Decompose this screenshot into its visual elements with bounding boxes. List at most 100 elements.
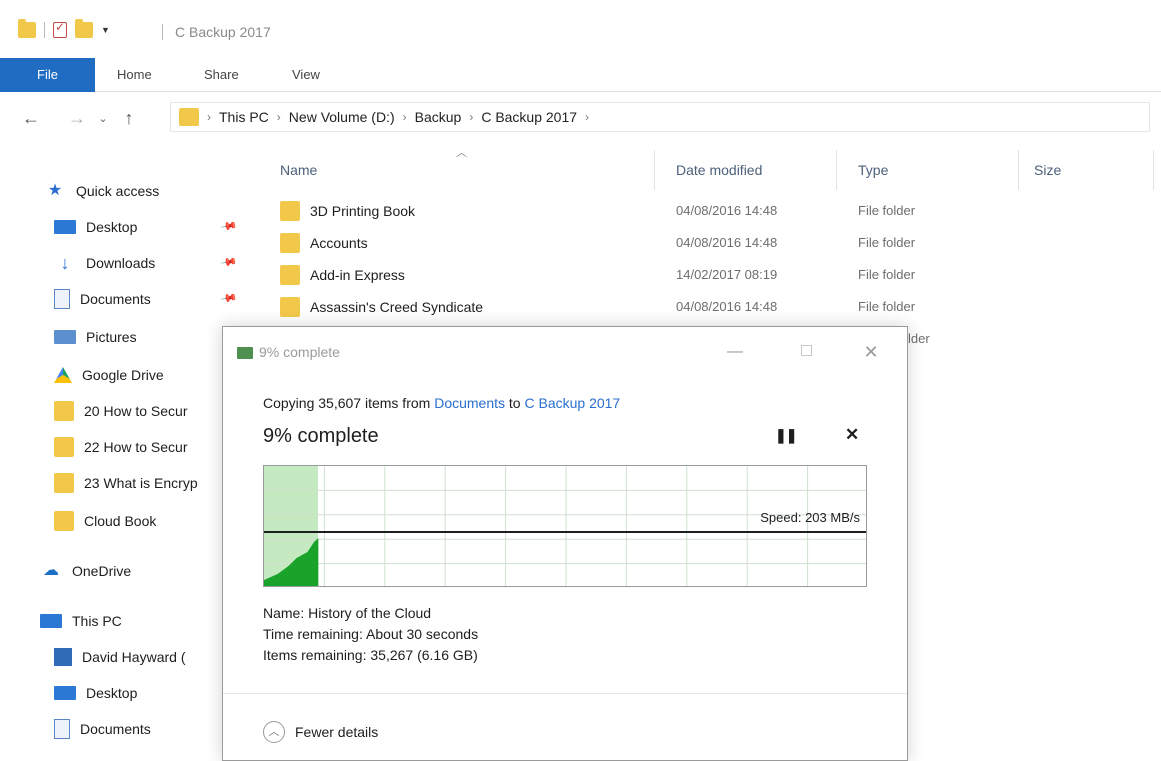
speed-label: Speed: 203 MB/s bbox=[760, 510, 860, 525]
fewer-details-button[interactable]: ︿ Fewer details bbox=[263, 721, 378, 743]
sidebar-item-onedrive[interactable]: ☁ OneDrive bbox=[40, 558, 131, 584]
sidebar-item-google-drive[interactable]: Google Drive bbox=[54, 362, 164, 388]
sidebar-item-folder[interactable]: 22 How to Secur bbox=[54, 434, 188, 460]
download-arrow-icon: ↓ bbox=[60, 253, 70, 273]
recent-locations-chevron-icon[interactable]: ⌄ bbox=[90, 112, 116, 125]
forward-arrow-icon[interactable]: → bbox=[64, 108, 90, 129]
table-row[interactable]: Add-in Express 14/02/2017 08:19 File fol… bbox=[280, 260, 1160, 290]
document-icon bbox=[54, 719, 70, 739]
close-button[interactable]: ✕ bbox=[856, 339, 886, 365]
sidebar-item-documents[interactable]: Documents bbox=[54, 716, 151, 742]
back-arrow-icon[interactable]: ← bbox=[18, 108, 44, 129]
breadcrumb-this-pc[interactable]: This PC bbox=[219, 109, 269, 125]
breadcrumb-chevron-icon[interactable]: › bbox=[469, 110, 473, 124]
table-row[interactable]: 3D Printing Book 04/08/2016 14:48 File f… bbox=[280, 196, 1160, 226]
sidebar-item-label: Cloud Book bbox=[84, 513, 157, 529]
sidebar-item-quick-access[interactable]: ★ Quick access bbox=[44, 178, 159, 204]
folder-icon bbox=[54, 401, 74, 421]
tab-file[interactable]: File bbox=[0, 58, 95, 92]
breadcrumb-chevron-icon[interactable]: › bbox=[277, 110, 281, 124]
file-type: File folder bbox=[858, 267, 916, 282]
pictures-icon bbox=[54, 330, 76, 344]
sidebar-item-documents[interactable]: Documents bbox=[54, 286, 151, 312]
user-folder-icon bbox=[54, 648, 72, 666]
file-date: 04/08/2016 14:48 bbox=[676, 299, 778, 314]
dialog-divider bbox=[223, 693, 907, 694]
tab-share[interactable]: Share bbox=[190, 58, 253, 92]
sidebar-item-pictures[interactable]: Pictures bbox=[54, 324, 137, 350]
file-type: lder bbox=[908, 331, 930, 346]
breadcrumb-chevron-icon[interactable]: › bbox=[403, 110, 407, 124]
tab-view[interactable]: View bbox=[278, 58, 334, 92]
column-divider[interactable] bbox=[1018, 150, 1019, 190]
column-divider[interactable] bbox=[1153, 150, 1154, 190]
sidebar-item-label: David Hayward ( bbox=[82, 649, 186, 665]
detail-name: Name: History of the Cloud bbox=[263, 603, 478, 624]
desktop-icon bbox=[54, 686, 76, 700]
file-type: File folder bbox=[858, 235, 916, 250]
tab-home[interactable]: Home bbox=[103, 58, 166, 92]
minimize-button[interactable]: — bbox=[720, 339, 750, 365]
file-type: File folder bbox=[858, 299, 916, 314]
sidebar-item-folder[interactable]: 20 How to Secur bbox=[54, 398, 188, 424]
table-row[interactable]: Assassin's Creed Syndicate 04/08/2016 14… bbox=[280, 292, 1160, 322]
toolbar-divider bbox=[44, 22, 45, 38]
chevron-down-icon[interactable]: ▼ bbox=[101, 25, 110, 35]
file-name: Accounts bbox=[310, 235, 368, 251]
sidebar-item-label: 23 What is Encryp bbox=[84, 475, 198, 491]
properties-icon[interactable] bbox=[53, 20, 67, 38]
desktop-icon bbox=[54, 220, 76, 234]
column-header-name[interactable]: Name bbox=[280, 162, 317, 178]
detail-name-value: History of the Cloud bbox=[308, 605, 432, 621]
pin-icon[interactable]: 📌 bbox=[220, 217, 239, 236]
address-path[interactable]: › This PC › New Volume (D:) › Backup › C… bbox=[170, 102, 1150, 132]
breadcrumb-c-backup-2017[interactable]: C Backup 2017 bbox=[481, 109, 577, 125]
folder-icon bbox=[280, 201, 300, 221]
sidebar-item-label: Desktop bbox=[86, 219, 138, 235]
detail-items-value: 35,267 (6.16 GB) bbox=[370, 647, 478, 663]
folder-icon bbox=[280, 265, 300, 285]
pin-icon[interactable]: 📌 bbox=[220, 253, 239, 272]
sidebar-item-desktop[interactable]: Desktop bbox=[54, 214, 137, 240]
breadcrumb-new-volume[interactable]: New Volume (D:) bbox=[289, 109, 395, 125]
chevron-up-icon: ︿ bbox=[263, 721, 285, 743]
column-header-type[interactable]: Type bbox=[858, 162, 888, 178]
sidebar-item-label: Pictures bbox=[86, 329, 137, 345]
pause-button[interactable]: ❚❚ bbox=[775, 427, 797, 444]
column-header-size[interactable]: Size bbox=[1034, 162, 1061, 178]
folder-icon[interactable] bbox=[18, 19, 36, 38]
sidebar-item-user-folder[interactable]: David Hayward ( bbox=[54, 644, 185, 670]
copy-summary-text: Copying 35,607 items from bbox=[263, 395, 435, 411]
star-icon: ★ bbox=[47, 182, 63, 199]
new-folder-icon[interactable] bbox=[75, 19, 93, 38]
sidebar-item-this-pc[interactable]: This PC bbox=[40, 608, 122, 634]
pin-icon[interactable]: 📌 bbox=[220, 289, 239, 308]
source-link[interactable]: Documents bbox=[434, 395, 505, 411]
sidebar-item-label: Documents bbox=[80, 291, 151, 307]
sidebar-item-folder[interactable]: 23 What is Encryp bbox=[54, 470, 198, 496]
sidebar-item-downloads[interactable]: ↓ Downloads bbox=[54, 250, 156, 276]
maximize-button[interactable] bbox=[791, 339, 821, 365]
address-bar: ← → ⌄ ↑ › This PC › New Volume (D:) › Ba… bbox=[0, 100, 1161, 136]
percent-complete: 9% complete bbox=[263, 425, 379, 447]
breadcrumb-backup[interactable]: Backup bbox=[415, 109, 462, 125]
cancel-button[interactable]: ✕ bbox=[845, 425, 859, 445]
column-divider[interactable] bbox=[654, 150, 655, 190]
maximize-icon bbox=[800, 345, 812, 356]
computer-icon bbox=[40, 614, 62, 628]
destination-link[interactable]: C Backup 2017 bbox=[524, 395, 620, 411]
file-name: 3D Printing Book bbox=[310, 203, 416, 219]
detail-name-label: Name: bbox=[263, 605, 305, 621]
column-divider[interactable] bbox=[836, 150, 837, 190]
table-row[interactable]: Accounts 04/08/2016 14:48 File folder bbox=[280, 228, 1160, 258]
up-arrow-icon[interactable]: ↑ bbox=[116, 108, 142, 129]
sidebar-item-label: 22 How to Secur bbox=[84, 439, 188, 455]
window-title: C Backup 2017 bbox=[175, 24, 271, 40]
document-icon bbox=[54, 289, 70, 309]
sidebar-item-desktop[interactable]: Desktop bbox=[54, 680, 137, 706]
sidebar-item-cloud-book[interactable]: Cloud Book bbox=[54, 508, 156, 534]
sidebar-item-label: Quick access bbox=[76, 183, 160, 199]
column-header-date[interactable]: Date modified bbox=[676, 162, 762, 178]
breadcrumb-chevron-icon[interactable]: › bbox=[585, 110, 589, 124]
breadcrumb-chevron-icon[interactable]: › bbox=[207, 110, 211, 124]
